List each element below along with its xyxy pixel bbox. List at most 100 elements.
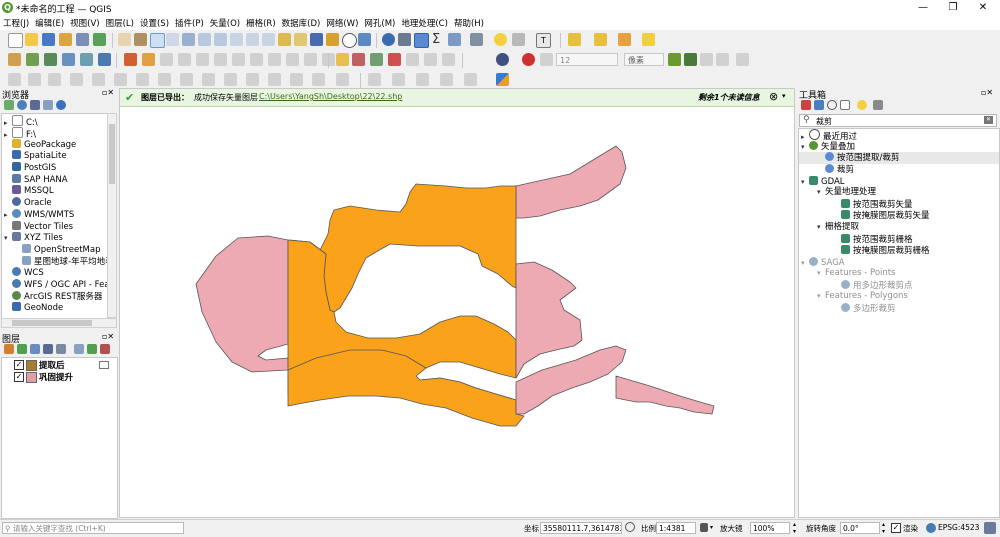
delete-ring-icon[interactable] (158, 73, 171, 86)
toolbox-float-icon[interactable]: ▫✕ (981, 88, 993, 97)
toolbox-item-raster-extraction[interactable]: ▾ 栅格提取 (817, 222, 859, 234)
split-parts-icon[interactable] (312, 73, 325, 86)
message-close-icon[interactable]: ⊗ (769, 90, 778, 103)
crs-globe-icon[interactable] (926, 523, 936, 533)
style-manager-icon[interactable] (93, 33, 106, 46)
panel-float-icon[interactable]: ▫✕ (102, 88, 114, 97)
layer-filter-indicator-icon[interactable] (99, 361, 109, 369)
filter-legend-icon[interactable] (43, 344, 53, 354)
snapping-options-icon[interactable] (540, 53, 553, 66)
delete-selected-icon[interactable] (232, 53, 245, 66)
browser-hscroll-thumb[interactable] (12, 320, 92, 326)
layer-row-extracted[interactable]: ✓ 提取后 (2, 359, 117, 371)
magnifier-spinbox[interactable]: 100% (750, 522, 790, 534)
browser-horizontal-scrollbar[interactable] (1, 318, 117, 328)
browser-item-geopackage[interactable]: GeoPackage (12, 139, 76, 151)
layer-row-consolidate[interactable]: ✓ 巩固提升 (2, 371, 117, 383)
add-part-icon[interactable] (114, 73, 127, 86)
layers-panel-float-icon[interactable]: ▫✕ (102, 332, 114, 341)
zoom-in-icon[interactable] (150, 33, 165, 48)
browser-item-postgis[interactable]: PostGIS (12, 162, 56, 174)
toolbox-item-clip-vector-mask[interactable]: 按掩膜图层裁剪矢量 (841, 210, 930, 222)
toolbox-item-polygon-clipping[interactable]: 多边形裁剪 (841, 303, 896, 315)
menu-database[interactable]: 数据库(D) (279, 16, 324, 29)
label-highlight-icon[interactable] (352, 53, 365, 66)
menu-plugins[interactable]: 插件(P) (172, 16, 207, 29)
browser-item-xingtu[interactable]: 星图地球-年平均地表 (22, 256, 108, 268)
pan-to-selection-icon[interactable] (134, 33, 147, 46)
browser-vertical-scrollbar[interactable] (107, 113, 117, 318)
toolbox-item-clip-points-polygons[interactable]: 用多边形裁剪点 (841, 280, 913, 292)
add-selected-icon[interactable] (4, 100, 14, 110)
options-wrench-icon[interactable] (873, 100, 883, 110)
scale-combo[interactable]: 1:4381 (656, 522, 696, 534)
undo-icon[interactable] (304, 53, 317, 66)
browser-item-wcs[interactable]: WCS (12, 267, 44, 279)
add-ring-icon[interactable] (92, 73, 105, 86)
merge-features-icon[interactable] (336, 73, 349, 86)
menu-settings[interactable]: 设置(S) (137, 16, 172, 29)
zoom-last-icon[interactable] (246, 33, 259, 46)
change-label-icon[interactable] (442, 53, 455, 66)
cut-features-icon[interactable] (250, 53, 263, 66)
layer-symbol-swatch[interactable] (26, 360, 37, 371)
menu-processing[interactable]: 地理处理(C) (398, 16, 451, 29)
new-geopackage-icon[interactable] (26, 53, 39, 66)
menu-edit[interactable]: 编辑(E) (32, 16, 67, 29)
select-location-icon[interactable] (642, 33, 655, 46)
toolbox-item-features-polygons[interactable]: ▾ Features - Polygons (817, 291, 908, 303)
browser-item-spatialite[interactable]: SpatiaLite (12, 150, 67, 162)
self-snap-icon[interactable] (736, 53, 749, 66)
new-project-icon[interactable] (8, 33, 23, 48)
menu-project[interactable]: 工程(J) (0, 16, 32, 29)
trace-icon[interactable] (668, 53, 681, 66)
open-project-icon[interactable] (25, 33, 38, 46)
rotation-spinbox[interactable]: 0.0° (840, 522, 880, 534)
layer-styling-icon[interactable] (4, 344, 14, 354)
add-feature-icon[interactable] (178, 53, 191, 66)
info-icon[interactable] (56, 100, 66, 110)
identify-icon[interactable] (382, 33, 395, 46)
browser-item-vector-tiles[interactable]: Vector Tiles (12, 221, 73, 233)
layer-visibility-checkbox[interactable]: ✓ (14, 360, 24, 370)
select-features-icon[interactable] (568, 33, 581, 46)
advanced-digitize-icon[interactable] (8, 73, 21, 86)
attribute-table-icon[interactable] (398, 33, 411, 46)
toolbox-item-features-points[interactable]: ▾ Features - Points (817, 268, 896, 280)
data-source-manager-icon[interactable] (8, 53, 21, 66)
shape-circle-icon[interactable] (368, 73, 381, 86)
browser-item-sap-hana[interactable]: SAP HANA (12, 174, 68, 186)
scripts-icon[interactable] (814, 100, 824, 110)
toolbox-item-saga[interactable]: ▾ SAGA (801, 257, 845, 269)
clear-search-icon[interactable]: ✕ (984, 116, 993, 124)
map-canvas[interactable]: ✔ 图层已导出： 成功保存矢量图层 C:\Users\YangSh\Deskto… (119, 88, 795, 518)
modify-attributes-icon[interactable] (214, 53, 227, 66)
gps-icon[interactable] (496, 53, 509, 66)
pin-label-icon[interactable] (370, 53, 383, 66)
snapping-size-spinbox[interactable]: 12 (556, 53, 618, 66)
browser-item-oracle[interactable]: Oracle (12, 197, 52, 209)
new-virtual-layer-icon[interactable] (80, 53, 93, 66)
messages-icon[interactable] (984, 522, 996, 534)
browser-scroll-thumb[interactable] (109, 124, 115, 184)
zoom-next-icon[interactable] (262, 33, 275, 46)
shape-regular-icon[interactable] (464, 73, 477, 86)
browser-item-geonode[interactable]: GeoNode (12, 302, 63, 314)
reshape-icon[interactable] (202, 73, 215, 86)
toolbox-item-extract-clip-by-extent[interactable]: 按范围提取/裁剪 (799, 152, 999, 164)
collapse-all-layers-icon[interactable] (87, 344, 97, 354)
layer-visibility-checkbox[interactable]: ✓ (14, 372, 24, 382)
collapse-all-icon[interactable] (43, 100, 53, 110)
show-bookmarks-icon[interactable] (326, 33, 339, 46)
menu-vector[interactable]: 矢量(O) (207, 16, 243, 29)
browser-item-wfs[interactable]: WFS / OGC API - Feat (12, 279, 108, 291)
zoom-selection-icon[interactable] (198, 33, 211, 46)
new-3d-view-icon[interactable] (294, 33, 307, 46)
intersection-icon[interactable] (700, 53, 713, 66)
layout-manager-icon[interactable] (76, 33, 89, 46)
toolbox-search-input[interactable]: ⚲ 裁剪 ✕ (799, 114, 997, 127)
lock-scale-icon[interactable] (700, 523, 708, 532)
layer-symbol-swatch[interactable] (26, 372, 37, 383)
zoom-layer-icon[interactable] (214, 33, 227, 46)
trim-extend-icon[interactable] (268, 73, 281, 86)
